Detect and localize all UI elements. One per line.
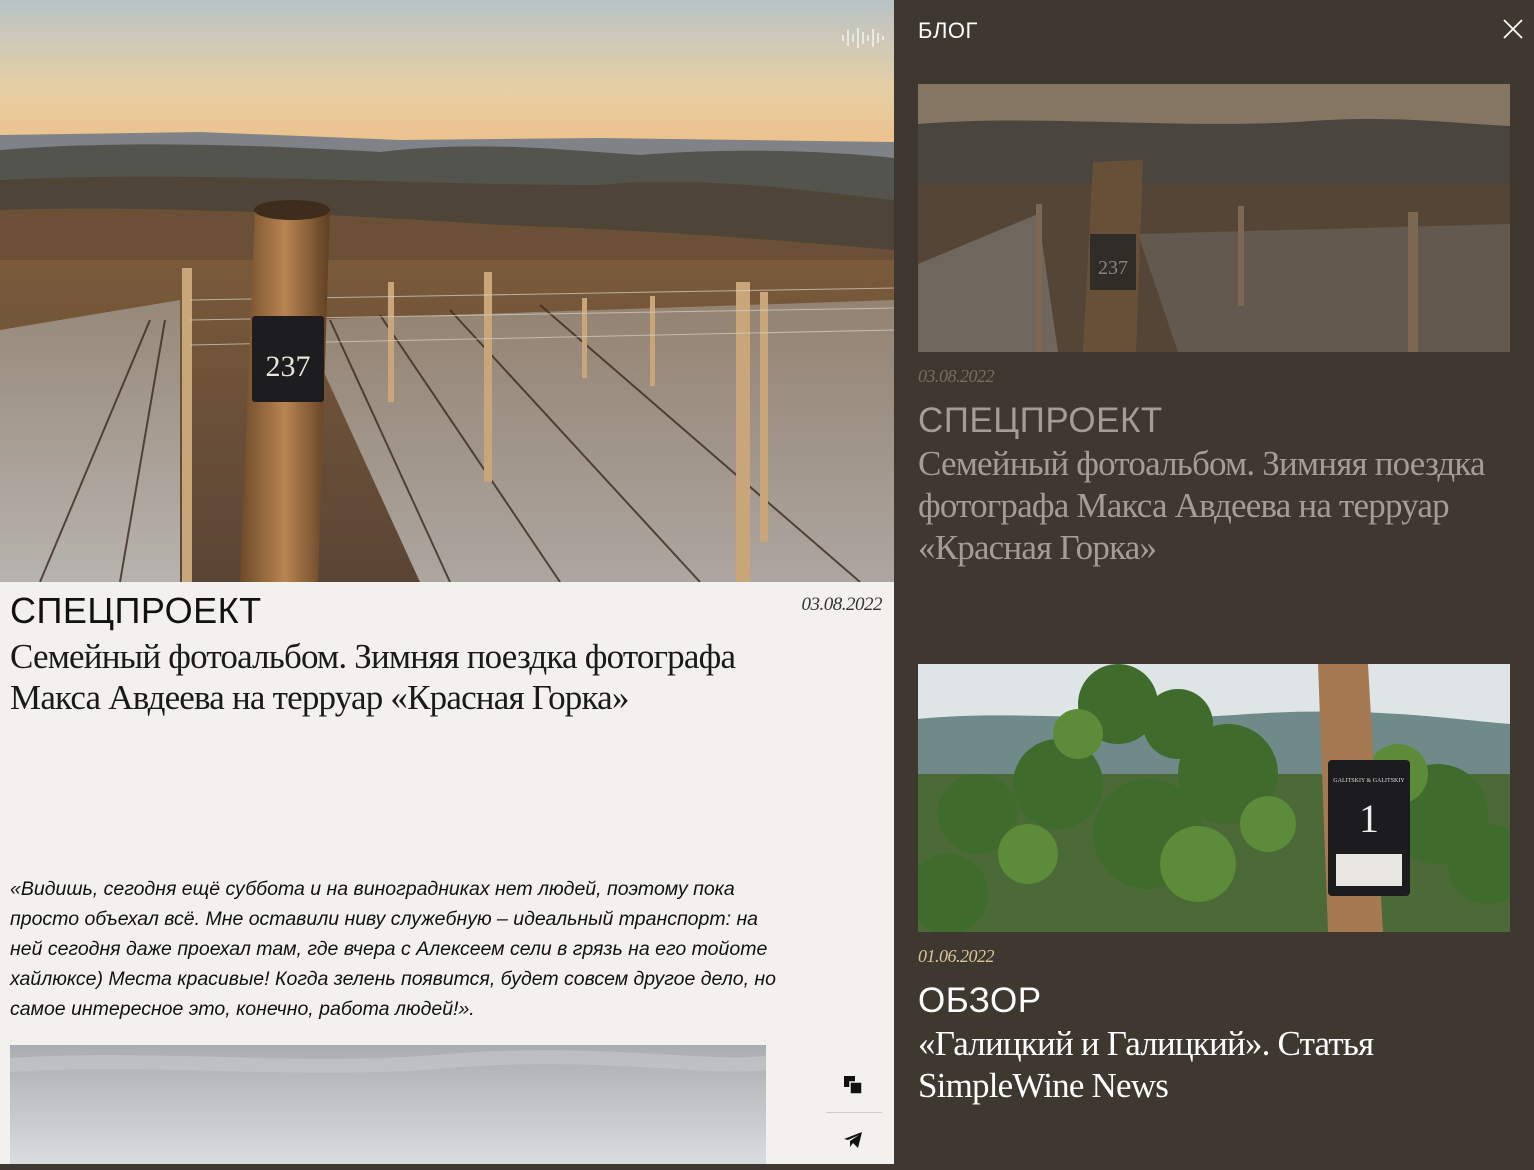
close-icon[interactable] (1500, 16, 1526, 42)
article-category: СПЕЦПРОЕКТ (10, 590, 262, 631)
blog-card-thumbnail[interactable]: 237 (918, 84, 1510, 352)
article-photo-2 (10, 1045, 766, 1164)
blog-card[interactable]: GALITSKIY & GALITSKIY 1 01.06.2022 ОБЗОР… (918, 664, 1510, 1107)
winter-vineyard-photo: 237 (0, 0, 894, 582)
blog-panel: БЛОГ 237 03.08.2022 СПЕЦПРОЕКТ Семейный … (894, 0, 1534, 1170)
blog-card-category: СПЕЦПРОЕКТ (918, 401, 1163, 440)
article-title: Семейный фотоальбом. Зимняя поездка фото… (10, 637, 736, 717)
article-pane: 237 СПЕЦПРОЕКТ 03.08.2022 Семейный фотоа… (0, 0, 894, 1164)
telegram-icon[interactable] (838, 1124, 868, 1154)
bottom-strip (0, 1164, 894, 1170)
blog-title: БЛОГ (918, 18, 978, 43)
blog-card-title[interactable]: Семейный фотоальбом. Зимняя поездка фото… (918, 443, 1510, 569)
card-2-brand-text: GALITSKIY & GALITSKIY (1333, 778, 1405, 784)
hero-photo: 237 (0, 0, 894, 582)
card-2-post-number: 1 (1359, 796, 1379, 841)
blog-card-title[interactable]: «Галицкий и Галицкий». Статья SimpleWine… (918, 1023, 1510, 1107)
article-quote: «Видишь, сегодня ещё суббота и на виногр… (10, 878, 776, 1020)
sound-wave-icon[interactable] (840, 26, 886, 50)
card-1-post-number: 237 (1098, 257, 1128, 279)
copy-link-icon[interactable] (838, 1070, 868, 1100)
hero-post-number: 237 (266, 350, 311, 383)
blog-card-date: 01.06.2022 (918, 946, 995, 966)
blog-card-date: 03.08.2022 (918, 366, 995, 386)
article-date: 03.08.2022 (801, 594, 883, 615)
blog-card[interactable]: 237 03.08.2022 СПЕЦПРОЕКТ Семейный фотоа… (918, 84, 1510, 569)
blog-card-thumbnail[interactable]: GALITSKIY & GALITSKIY 1 (918, 664, 1510, 932)
share-divider (826, 1112, 882, 1113)
blog-card-category: ОБЗОР (918, 981, 1042, 1020)
